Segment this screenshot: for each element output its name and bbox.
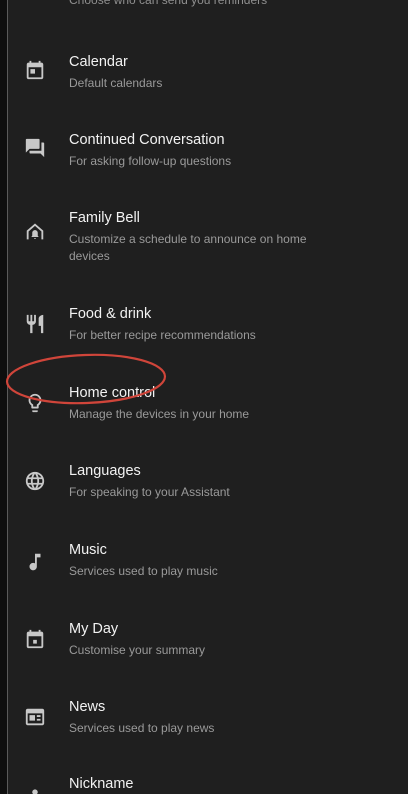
settings-item-title: My Day [69,621,119,637]
settings-item-my-day[interactable]: My Day Customise your summary [8,620,408,690]
settings-item-home-control[interactable]: Home control Manage the devices in your … [8,384,408,454]
settings-item-title: Food & drink [69,306,152,322]
fork-knife-icon [24,313,46,335]
news-icon [24,706,46,728]
settings-item-title: Continued Conversation [69,132,225,148]
settings-item-subtitle: Customize a schedule to announce on home… [69,232,307,263]
settings-item-languages[interactable]: Languages For speaking to your Assistant [8,462,408,532]
settings-item-subtitle: Services used to play news [69,721,215,735]
settings-item-calendar[interactable]: Calendar Default calendars [8,53,408,123]
settings-item-subtitle: Customise your summary [69,643,206,657]
home-bell-icon [24,221,46,243]
settings-item-music[interactable]: Music Services used to play music [8,541,408,611]
chat-icon [24,137,46,159]
settings-item-food-drink[interactable]: Food & drink For better recipe recommend… [8,305,408,375]
music-note-icon [24,551,46,573]
settings-item-subtitle: For asking follow-up questions [69,154,232,168]
settings-item-title: Home control [69,385,156,401]
settings-item-title: News [69,699,106,715]
settings-item-title: Family Bell [69,210,140,226]
person-icon [24,783,46,794]
lightbulb-icon [24,392,46,414]
settings-item-subtitle: Default calendars [69,76,163,90]
globe-icon [24,470,46,492]
settings-item-title: Languages [69,463,141,479]
settings-item-title: Calendar [69,54,128,70]
reminders-subtitle-partial: Choose who can send you reminders [69,0,268,7]
settings-item-title: Nickname [69,776,134,792]
settings-item-subtitle: Services used to play music [69,564,218,578]
settings-item-news[interactable]: News Services used to play news [8,698,408,768]
settings-item-family-bell[interactable]: Family Bell Customize a schedule to anno… [8,209,408,279]
calendar-today-icon [24,628,46,650]
settings-list: Choose who can send you reminders Calend… [0,0,408,794]
settings-item-continued-conversation[interactable]: Continued Conversation For asking follow… [8,131,408,201]
calendar-icon [24,59,46,81]
settings-item-subtitle: For better recipe recommendations [69,328,256,342]
settings-item-subtitle: Manage the devices in your home [69,407,250,421]
settings-item-nickname[interactable]: Nickname [8,775,408,794]
settings-item-title: Music [69,542,107,558]
settings-item-subtitle: For speaking to your Assistant [69,485,230,499]
